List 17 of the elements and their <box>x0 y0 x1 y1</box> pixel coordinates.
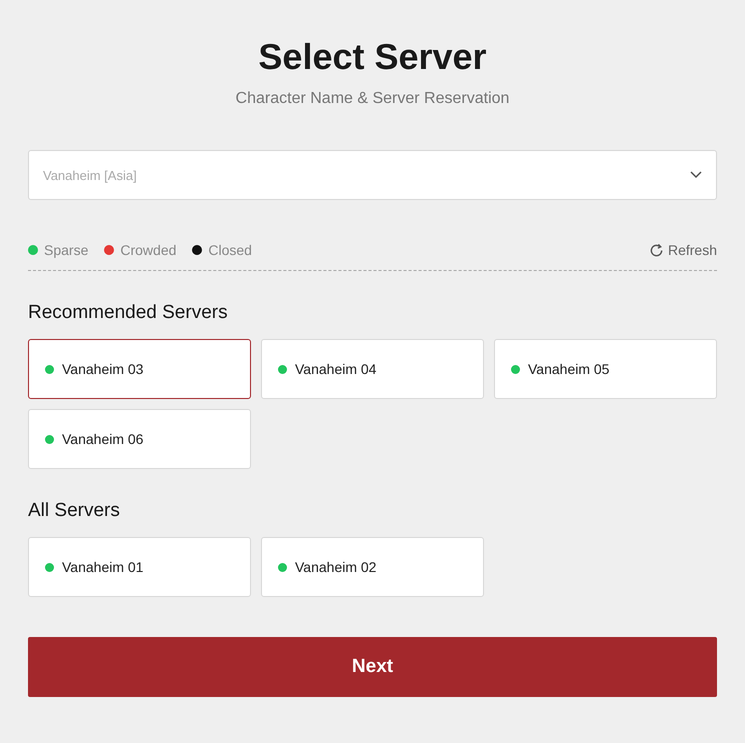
section-heading: All Servers <box>28 501 121 521</box>
server-option[interactable]: Vanaheim 04 <box>261 339 484 399</box>
server-option[interactable]: Vanaheim 06 <box>28 409 251 469</box>
page-title: Select Server <box>257 35 488 78</box>
page-subtitle: Character Name & Server Reservation <box>234 90 510 108</box>
server-option[interactable]: Vanaheim 05 <box>494 339 717 399</box>
server-option[interactable]: Vanaheim 02 <box>261 537 484 597</box>
section-heading: Recommended Servers <box>28 303 229 323</box>
legend-label: Closed <box>208 242 252 258</box>
chevron-down-icon <box>690 171 702 179</box>
legend-label: Sparse <box>44 242 88 258</box>
server-option[interactable]: Vanaheim 01 <box>28 537 251 597</box>
legend-label: Crowded <box>120 242 176 258</box>
refresh-button[interactable]: Refresh <box>648 242 717 258</box>
refresh-icon <box>648 242 664 258</box>
server-option[interactable]: Vanaheim 03 <box>28 339 251 399</box>
next-button[interactable]: Next <box>28 637 717 697</box>
